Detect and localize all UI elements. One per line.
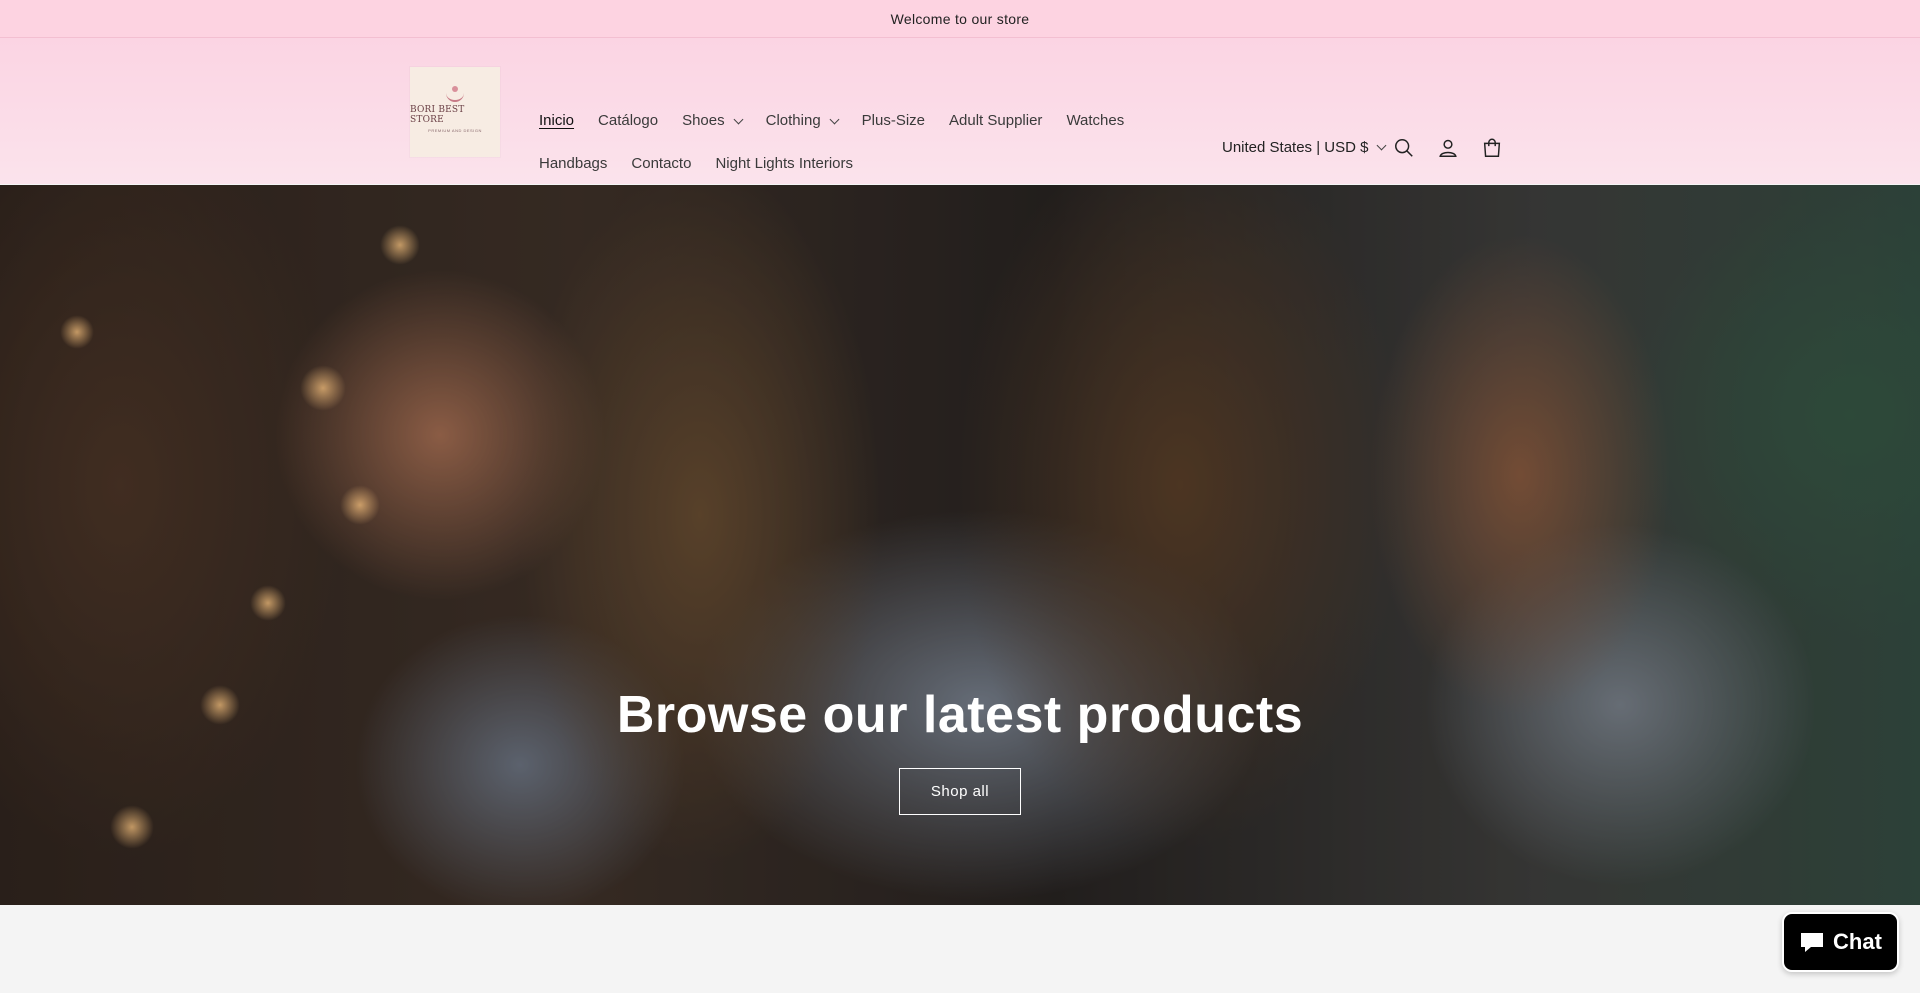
nav-night-lights-label: Night Lights Interiors (715, 155, 854, 172)
hero-banner: Browse our latest products Shop all (0, 185, 1920, 905)
nav-contacto[interactable]: Contacto (619, 155, 703, 173)
hero-title: Browse our latest products (616, 686, 1304, 744)
nav-shoes-label: Shoes (682, 112, 725, 129)
bokeh-light (60, 315, 94, 349)
logo-subtitle: PREMIUM AND DESIGN (428, 127, 482, 133)
announcement-bar: Welcome to our store (0, 0, 1920, 38)
chat-bubble-icon (1801, 933, 1824, 952)
account-icon (1439, 139, 1457, 157)
chevron-down-icon (1377, 140, 1387, 151)
cart-button[interactable] (1479, 135, 1505, 161)
search-button[interactable] (1391, 135, 1417, 161)
cart-icon (1483, 138, 1501, 157)
nav-night-lights-interiors[interactable]: Night Lights Interiors (703, 155, 865, 173)
chat-label: Chat (1833, 929, 1882, 954)
chat-button[interactable]: Chat (1782, 912, 1899, 972)
bokeh-light (340, 485, 380, 525)
nav-row-secondary: Handbags Contacto Night Lights Interiors (527, 155, 865, 173)
search-icon (1395, 139, 1413, 157)
nav-contacto-label: Contacto (631, 155, 692, 172)
nav-catalogo[interactable]: Catálogo (586, 112, 670, 130)
nav-clothing-label: Clothing (765, 112, 821, 129)
nav-adult-supplier[interactable]: Adult Supplier (937, 112, 1054, 130)
nav-handbags-label: Handbags (539, 155, 608, 172)
chevron-down-icon (733, 114, 744, 124)
nav-inicio[interactable]: Inicio (527, 112, 586, 130)
account-button[interactable] (1435, 135, 1461, 161)
shop-all-button[interactable]: Shop all (899, 768, 1021, 815)
nav-adult-supplier-label: Adult Supplier (949, 112, 1043, 129)
bokeh-light (110, 805, 154, 849)
bokeh-light (300, 365, 346, 411)
nav-inicio-label: Inicio (539, 112, 575, 129)
country-currency-selector[interactable]: United States | USD $ (1222, 139, 1387, 156)
locale-label: United States | USD $ (1222, 139, 1369, 156)
store-logo[interactable]: BORI BEST STORE PREMIUM AND DESIGN (410, 67, 500, 157)
chevron-down-icon (829, 114, 840, 124)
announcement-text: Welcome to our store (890, 10, 1030, 27)
logo-title: BORI BEST STORE (410, 104, 465, 125)
featured-collection-section (0, 905, 1920, 993)
nav-handbags[interactable]: Handbags (527, 155, 619, 173)
nav-row-primary: Inicio Catálogo Shoes Clothing Plus-Size… (527, 112, 1136, 130)
bokeh-light (380, 225, 420, 265)
nav-plus-size-label: Plus-Size (861, 112, 926, 129)
nav-watches-label: Watches (1066, 112, 1125, 129)
logo-mark-icon (446, 85, 464, 102)
nav-plus-size[interactable]: Plus-Size (850, 112, 937, 130)
nav-shoes[interactable]: Shoes (670, 112, 754, 130)
nav-clothing[interactable]: Clothing (754, 112, 850, 130)
bokeh-light (250, 585, 286, 621)
nav-watches[interactable]: Watches (1054, 112, 1136, 130)
nav-catalogo-label: Catálogo (598, 112, 659, 129)
site-header: BORI BEST STORE PREMIUM AND DESIGN Inici… (0, 38, 1920, 184)
